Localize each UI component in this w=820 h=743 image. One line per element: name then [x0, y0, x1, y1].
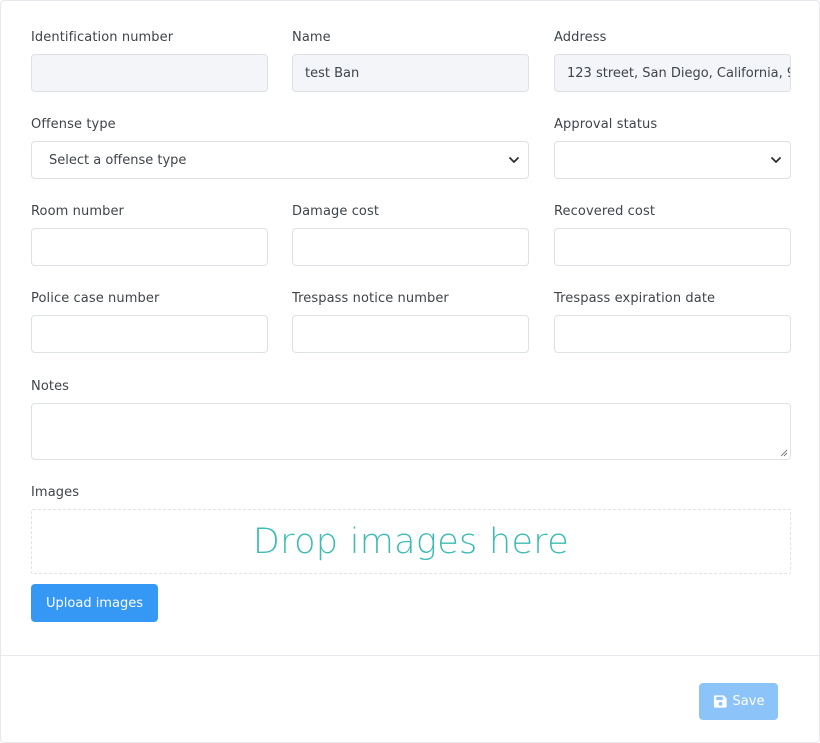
damage-cost-label: Damage cost [292, 204, 380, 219]
recovered-cost-input[interactable] [554, 228, 791, 266]
approval-status-label: Approval status [554, 117, 658, 132]
damage-cost-input[interactable] [292, 228, 529, 266]
address-label: Address [554, 30, 607, 45]
identification-number-input[interactable] [31, 54, 268, 92]
offense-type-label: Offense type [31, 117, 116, 132]
notes-textarea[interactable] [31, 403, 791, 460]
room-number-input[interactable] [31, 228, 268, 266]
images-label: Images [31, 485, 80, 500]
save-button[interactable]: Save [699, 683, 778, 720]
notes-label: Notes [31, 379, 70, 394]
trespass-notice-number-input[interactable] [292, 315, 529, 353]
offense-type-select[interactable]: Select a offense type [31, 141, 529, 179]
address-input[interactable]: 123 street, San Diego, California, 9 [554, 54, 791, 92]
save-button-label: Save [732, 694, 765, 709]
trespass-expiration-date-label: Trespass expiration date [554, 291, 716, 306]
trespass-expiration-date-input[interactable] [554, 315, 791, 353]
trespass-notice-number-label: Trespass notice number [292, 291, 449, 306]
approval-status-select[interactable] [554, 141, 791, 179]
police-case-number-label: Police case number [31, 291, 160, 306]
floppy-disk-icon [713, 695, 727, 708]
dropzone-text: Drop images here [252, 521, 570, 562]
recovered-cost-label: Recovered cost [554, 204, 656, 219]
room-number-label: Room number [31, 204, 124, 219]
offense-type-selected: Select a offense type [49, 152, 187, 168]
police-case-number-input[interactable] [31, 315, 268, 353]
upload-images-button[interactable]: Upload images [31, 584, 158, 622]
footer-divider [1, 655, 820, 656]
image-dropzone[interactable]: Drop images here [31, 509, 791, 574]
identification-number-label: Identification number [31, 30, 174, 45]
name-label: Name [292, 30, 331, 45]
name-input[interactable]: test Ban [292, 54, 529, 92]
ban-form-card: Identification number Name test Ban Addr… [0, 0, 820, 743]
chevron-down-icon [509, 157, 519, 163]
chevron-down-icon [771, 157, 781, 163]
resize-grip-icon[interactable] [780, 449, 788, 457]
